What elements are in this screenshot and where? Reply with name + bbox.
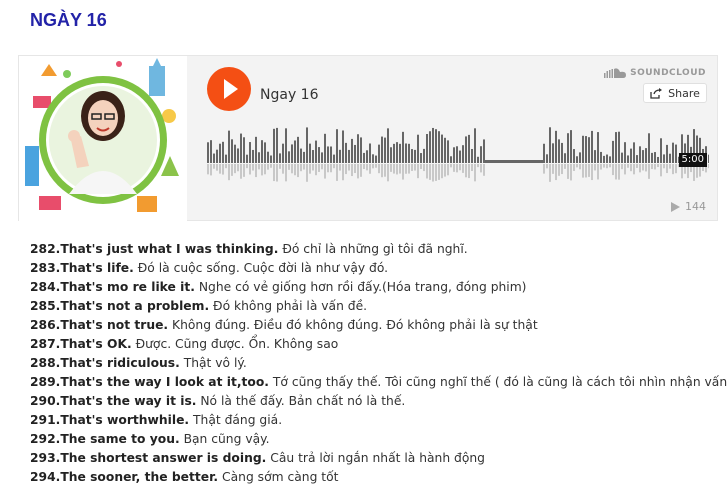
phrase-english: 291.That's worthwhile. xyxy=(30,413,190,427)
phrase-item: 284.That's mo re like it. Nghe có vẻ giố… xyxy=(30,278,728,297)
phrase-english: 294.The sooner, the better. xyxy=(30,470,219,484)
phrase-english: 290.That's the way it is. xyxy=(30,394,197,408)
phrase-vietnamese: Được. Cũng được. Ổn. Không sao xyxy=(135,337,339,351)
phrase-item: 288.That's ridiculous. Thật vô lý. xyxy=(30,354,728,373)
play-count-value: 144 xyxy=(685,200,706,213)
phrase-english: 282.That's just what I was thinking. xyxy=(30,242,279,256)
phrase-english: 293.The shortest answer is doing. xyxy=(30,451,267,465)
phrase-item: 289.That's the way I look at it,too. Tớ … xyxy=(30,373,728,392)
phrase-item: 291.That's worthwhile. Thật đáng giá. xyxy=(30,411,728,430)
plays-icon xyxy=(671,201,680,212)
phrase-item: 294.The sooner, the better. Càng sớm càn… xyxy=(30,468,728,487)
soundcloud-label: SOUNDCLOUD xyxy=(630,68,706,78)
phrase-vietnamese: Không đúng. Điều đó không đúng. Đó không… xyxy=(172,318,538,332)
phrase-item: 293.The shortest answer is doing. Câu tr… xyxy=(30,449,728,468)
share-label: Share xyxy=(668,86,700,100)
phrase-english: 289.That's the way I look at it,too. xyxy=(30,375,269,389)
phrase-english: 286.That's not true. xyxy=(30,318,169,332)
phrase-english: 283.That's life. xyxy=(30,261,134,275)
phrase-item: 290.That's the way it is. Nó là thế đấy.… xyxy=(30,392,728,411)
phrase-vietnamese: Đó không phải là vấn đề. xyxy=(213,299,368,313)
phrase-vietnamese: Đó chỉ là những gì tôi đã nghĩ. xyxy=(282,242,468,256)
phrase-english: 288.That's ridiculous. xyxy=(30,356,180,370)
track-artwork[interactable] xyxy=(19,56,187,222)
soundcloud-player: Ngay 16 SOUNDCLOUD Share 5:00 144 xyxy=(18,55,718,222)
phrase-vietnamese: Đó là cuộc sống. Cuộc đời là như vậy đó. xyxy=(137,261,389,275)
phrase-english: 285.That's not a problem. xyxy=(30,299,210,313)
phrase-item: 282.That's just what I was thinking. Đó … xyxy=(30,240,728,259)
play-button[interactable] xyxy=(207,67,251,111)
phrase-item: 286.That's not true. Không đúng. Điều đó… xyxy=(30,316,728,335)
phrase-vietnamese: Câu trả lời ngắn nhất là hành động xyxy=(270,451,485,465)
phrase-item: 285.That's not a problem. Đó không phải … xyxy=(30,297,728,316)
phrase-vietnamese: Nó là thế đấy. Bản chất nó là thế. xyxy=(200,394,406,408)
phrase-english: 292.The same to you. xyxy=(30,432,180,446)
track-title[interactable]: Ngay 16 xyxy=(260,87,319,103)
soundcloud-icon xyxy=(604,68,627,78)
duration-badge: 5:00 xyxy=(678,153,707,167)
phrase-vietnamese: Càng sớm càng tốt xyxy=(222,470,339,484)
page-title: NGÀY 16 xyxy=(30,10,107,30)
phrase-list: 282.That's just what I was thinking. Đó … xyxy=(30,240,728,487)
share-icon xyxy=(650,87,663,99)
phrase-vietnamese: Thật đáng giá. xyxy=(193,413,283,427)
waveform[interactable] xyxy=(207,124,709,186)
phrase-vietnamese: Bạn cũng vậy. xyxy=(183,432,270,446)
phrase-vietnamese: Tớ cũng thấy thế. Tôi cũng nghĩ thế ( đó… xyxy=(272,375,728,389)
phrase-item: 292.The same to you. Bạn cũng vậy. xyxy=(30,430,728,449)
phrase-vietnamese: Nghe có vẻ giống hơn rồi đấy.(Hóa trang,… xyxy=(198,280,527,294)
phrase-item: 283.That's life. Đó là cuộc sống. Cuộc đ… xyxy=(30,259,728,278)
share-button[interactable]: Share xyxy=(643,83,707,103)
phrase-english: 284.That's mo re like it. xyxy=(30,280,195,294)
phrase-vietnamese: Thật vô lý. xyxy=(183,356,247,370)
play-count: 144 xyxy=(671,200,706,213)
phrase-english: 287.That's OK. xyxy=(30,337,132,351)
soundcloud-logo[interactable]: SOUNDCLOUD xyxy=(604,68,706,78)
phrase-item: 287.That's OK. Được. Cũng được. Ổn. Khôn… xyxy=(30,335,728,354)
